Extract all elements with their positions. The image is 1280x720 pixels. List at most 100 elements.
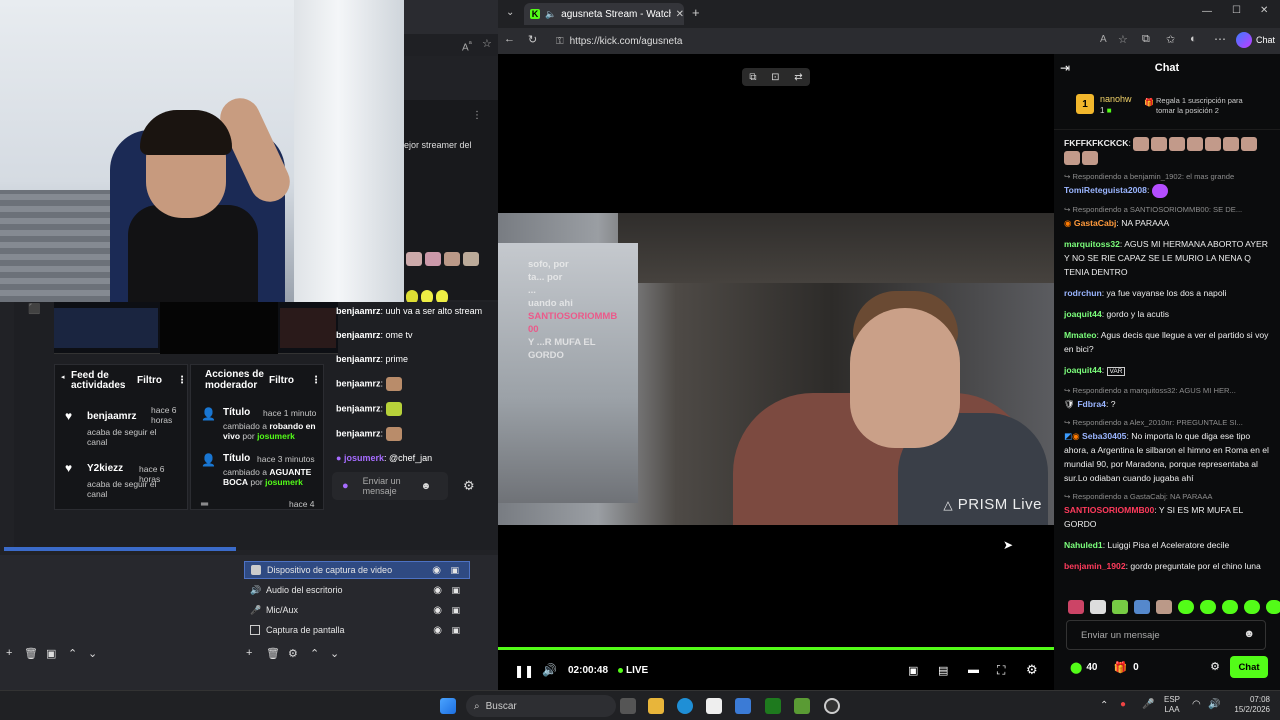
speaker-icon[interactable]: 🔈	[545, 9, 556, 20]
gift-icon: ■	[1106, 106, 1112, 115]
mail-icon[interactable]	[735, 698, 751, 714]
collections-icon[interactable]: ◐	[1190, 33, 1197, 45]
send-chat-button[interactable]: Chat	[1230, 656, 1268, 678]
verified-badge-icon: ◩	[1064, 431, 1073, 442]
add-scene-button[interactable]: +	[6, 647, 12, 659]
lock-icon: ▣	[451, 584, 460, 595]
leader-count: 1 ■	[1100, 106, 1112, 115]
minecraft-icon[interactable]	[794, 698, 810, 714]
remove-scene-icon[interactable]: 🗑	[24, 647, 38, 660]
volume-icon[interactable]: 🔊	[1208, 699, 1220, 710]
tray-app-icon[interactable]: ●	[1120, 699, 1126, 710]
chat-settings-icon[interactable]: ⚙	[1210, 660, 1220, 673]
chat-input[interactable]: Enviar un mensaje ☻	[1066, 620, 1266, 650]
emote-icon[interactable]	[1090, 600, 1106, 614]
file-explorer-icon[interactable]	[648, 698, 664, 714]
extensions-icon[interactable]: ⧉	[1142, 33, 1150, 46]
minimize-icon[interactable]: —	[1202, 6, 1212, 17]
obs-chat-input[interactable]: ● Enviar un mensaje ☻	[332, 472, 448, 500]
favorite-icon[interactable]: ☆	[1118, 33, 1128, 46]
tray-chevron-icon[interactable]: ⌃	[1100, 700, 1108, 711]
refresh-icon[interactable]: ↻	[528, 33, 537, 46]
fullscreen-icon[interactable]: ⛶	[997, 663, 1005, 678]
close-window-icon[interactable]: ✕	[1260, 5, 1268, 16]
eye-icon: ◉	[433, 584, 442, 596]
url-field[interactable]: ⚿ https://kick.com/agusneta	[556, 32, 1096, 50]
dock-icon[interactable]: ⬛	[28, 304, 40, 315]
feed-more-icon[interactable]: ⋮	[177, 375, 187, 386]
obs-window: Aᵃ ☆ ⋮ ejor streamer del ⬛ ◂ Feed de act…	[0, 0, 498, 690]
game-icon[interactable]	[765, 698, 781, 714]
source-item[interactable]: Dispositivo de captura de video ◉ ▣	[244, 561, 470, 579]
emote-icon[interactable]	[1068, 600, 1084, 614]
clock[interactable]: 07:08 15/2/2026	[1230, 695, 1270, 715]
move-up-icon[interactable]: ⌃	[310, 647, 319, 660]
taskbar-search[interactable]: ⌕ Buscar	[466, 695, 616, 717]
copilot-icon[interactable]	[1236, 32, 1252, 48]
remove-source-icon[interactable]: 🗑	[266, 647, 280, 660]
read-aloud-icon[interactable]: A	[1100, 34, 1107, 45]
tray-mic-icon[interactable]: 🎤	[1142, 699, 1154, 710]
favorite-icon[interactable]: ☆	[482, 37, 492, 50]
copilot-chat-label[interactable]: Chat	[1256, 35, 1275, 45]
source-settings-icon[interactable]: ⚙	[288, 647, 298, 660]
store-icon[interactable]	[706, 698, 722, 714]
filter-icon[interactable]: ▣	[46, 647, 56, 660]
emote-icon[interactable]	[1156, 600, 1172, 614]
points-icon: ⬤	[1070, 661, 1083, 674]
more-icon[interactable]: ⋮	[472, 110, 482, 121]
emoji-icon[interactable]: ☻	[421, 481, 432, 492]
back-icon[interactable]: ←	[504, 33, 515, 45]
site-info-icon[interactable]: ⚿	[556, 36, 564, 47]
move-up-icon[interactable]: ⌃	[68, 647, 77, 660]
more-icon[interactable]: ⋯	[1214, 32, 1226, 46]
pip-icon[interactable]: ⧉	[749, 72, 756, 83]
settings-gear-icon[interactable]: ⚙	[463, 478, 475, 494]
maximize-icon[interactable]: ☐	[1232, 5, 1241, 16]
list-icon: ═	[201, 499, 209, 510]
language-indicator[interactable]: ESP LAA	[1164, 695, 1180, 715]
read-aloud-icon[interactable]: Aᵃ	[462, 38, 472, 53]
emoji-icon[interactable]: ☻	[1243, 628, 1255, 640]
task-view-icon[interactable]	[620, 698, 636, 714]
gift-icon[interactable]: 🎁	[1113, 661, 1127, 674]
translate-icon[interactable]: ⇄	[794, 72, 802, 83]
pause-button[interactable]: ❚❚	[514, 664, 534, 678]
mod-filter-button[interactable]: Filtro	[269, 375, 294, 386]
edge-icon[interactable]	[677, 698, 693, 714]
miniplayer-icon[interactable]: ▣	[908, 664, 918, 677]
add-source-button[interactable]: +	[246, 647, 252, 659]
feed-filter-button[interactable]: Filtro	[137, 375, 162, 386]
windows-start-icon[interactable]	[440, 698, 456, 714]
volume-icon[interactable]: 🔊	[542, 663, 557, 677]
emote-icon[interactable]	[1134, 600, 1150, 614]
mod-more-icon[interactable]: ⋮	[311, 375, 321, 386]
reply-context: ↪ Respondiendo a marquitoss32: AGUS MI H…	[1064, 386, 1236, 396]
source-item[interactable]: Captura de pantalla ◉ ▣	[244, 621, 470, 639]
clip-icon[interactable]: ▤	[938, 664, 948, 677]
emote-icon[interactable]	[1266, 600, 1280, 614]
progress-bar[interactable]	[498, 647, 1054, 650]
capture-icon[interactable]: ⊡	[771, 72, 779, 83]
emote-icon[interactable]	[1200, 600, 1216, 614]
favorites-bar-icon[interactable]: ✩	[1166, 33, 1175, 46]
obs-icon[interactable]	[824, 698, 840, 714]
settings-gear-icon[interactable]: ⚙	[1026, 662, 1038, 678]
emote-icon[interactable]	[1178, 600, 1194, 614]
source-item[interactable]: 🔊 Audio del escritorio ◉ ▣	[244, 581, 470, 599]
emote-icon[interactable]	[1112, 600, 1128, 614]
tab-kick[interactable]: K 🔈 agusneta Stream - Watch Live ✕	[524, 3, 684, 25]
move-down-icon[interactable]: ⌄	[330, 647, 339, 660]
theater-mode-icon[interactable]: ▬	[968, 664, 979, 676]
tab-list-icon[interactable]: ⌄	[506, 7, 514, 18]
source-item[interactable]: 🎤 Mic/Aux ◉ ▣	[244, 601, 470, 619]
chat-placeholder: Enviar un mensaje	[362, 476, 401, 496]
move-down-icon[interactable]: ⌄	[88, 647, 97, 660]
chat-title: Chat	[1154, 62, 1180, 74]
video-player[interactable]: ⧉ ⊡ ⇄ sofo, por ta... por ... uando ahi …	[498, 54, 1054, 690]
emote-icon[interactable]	[1222, 600, 1238, 614]
close-tab-icon[interactable]: ✕	[676, 9, 684, 20]
wifi-icon[interactable]: ◠	[1192, 699, 1201, 710]
emote-icon[interactable]	[1244, 600, 1260, 614]
new-tab-button[interactable]: +	[692, 5, 700, 20]
